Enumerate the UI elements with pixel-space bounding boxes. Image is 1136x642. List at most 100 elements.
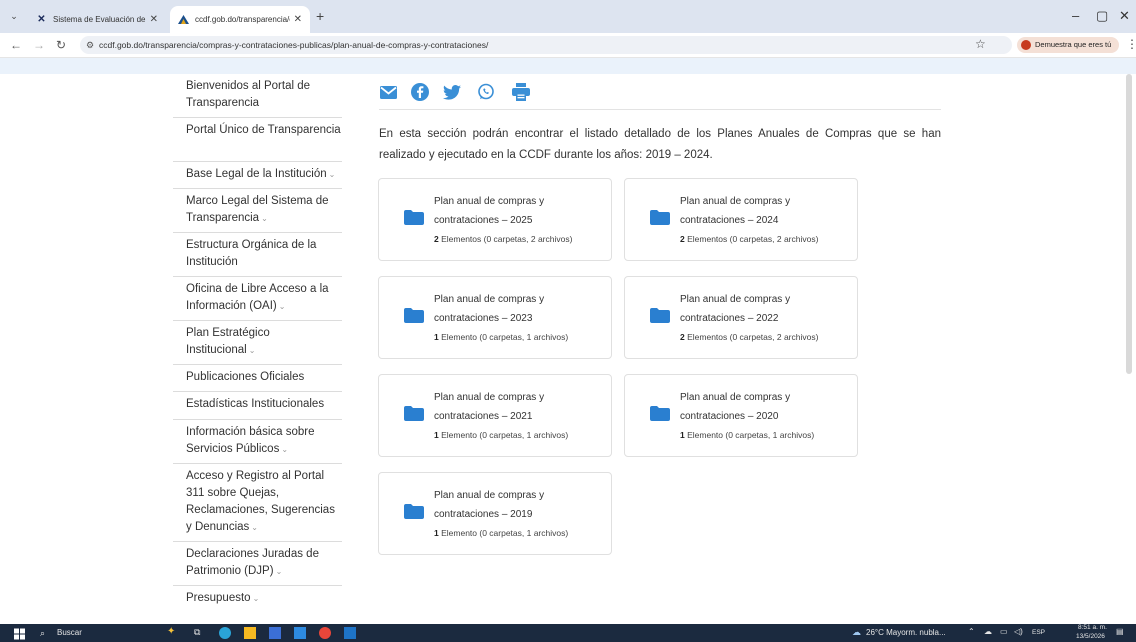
bookmark-star-icon[interactable]: ☆: [975, 37, 986, 51]
windows-start-icon[interactable]: [14, 628, 25, 640]
close-tab-icon[interactable]: ✕: [150, 14, 158, 25]
email-icon[interactable]: [380, 86, 397, 99]
sidebar-item[interactable]: Marco Legal del Sistema de Transparencia…: [173, 189, 342, 233]
sidebar-item[interactable]: Plan Estratégico Institucional ⌄: [173, 321, 342, 365]
folder-card[interactable]: Plan anual de compras y contrataciones –…: [624, 178, 858, 261]
language-indicator[interactable]: ESP: [1032, 629, 1045, 636]
store-icon[interactable]: [269, 627, 281, 639]
sidebar-item[interactable]: Presupuesto ⌄: [173, 586, 342, 613]
widgets-icon[interactable]: ✦: [167, 626, 175, 637]
folder-title[interactable]: Plan anual de compras y contrataciones –…: [680, 192, 850, 230]
volume-icon[interactable]: ◁): [1014, 627, 1023, 636]
task-view-icon[interactable]: ⧉: [194, 627, 200, 638]
folder-icon: [404, 504, 424, 519]
minimize-icon[interactable]: –: [1072, 8, 1079, 23]
tab-evaluacion[interactable]: ✕ Sistema de Evaluación de Porta ✕: [28, 6, 166, 33]
scrollbar[interactable]: [1126, 74, 1132, 374]
chevron-down-icon[interactable]: ⌄: [281, 445, 288, 454]
sidebar-item[interactable]: Oficina de Libre Acceso a la Información…: [173, 277, 342, 321]
sidebar-item[interactable]: Acceso y Registro al Portal 311 sobre Qu…: [173, 464, 342, 542]
restore-icon[interactable]: ▢: [1096, 8, 1108, 24]
new-tab-button[interactable]: +: [316, 9, 324, 23]
folder-card[interactable]: Plan anual de compras y contrataciones –…: [378, 472, 612, 555]
page-top-strip: [0, 58, 1136, 74]
sidebar-item-label: Bienvenidos al Portal de Transparencia: [186, 80, 311, 109]
notifications-icon[interactable]: ▤: [1116, 627, 1124, 636]
folder-meta-text: Elementos (0 carpetas, 2 archivos): [438, 234, 573, 244]
tray-chevron-icon[interactable]: ⌃: [968, 627, 975, 636]
site-info-icon[interactable]: ⚙: [86, 36, 94, 54]
folder-title[interactable]: Plan anual de compras y contrataciones –…: [434, 486, 604, 524]
menu-icon[interactable]: ⋮: [1126, 37, 1136, 51]
edge-icon[interactable]: [219, 627, 231, 639]
folder-card[interactable]: Plan anual de compras y contrataciones –…: [624, 276, 858, 359]
profile-chip[interactable]: Demuestra que eres tú: [1017, 37, 1119, 53]
folder-title[interactable]: Plan anual de compras y contrataciones –…: [680, 388, 850, 426]
sidebar-item-label: Plan Estratégico Institucional: [186, 327, 270, 356]
close-tab-icon[interactable]: ✕: [294, 14, 302, 25]
sidebar-item[interactable]: Bienvenidos al Portal de Transparencia: [173, 74, 342, 118]
folder-icon: [650, 308, 670, 323]
close-window-icon[interactable]: ✕: [1119, 8, 1130, 24]
chrome-icon[interactable]: [319, 627, 331, 639]
sidebar-item[interactable]: Estructura Orgánica de la Institución: [173, 233, 342, 277]
folder-icon: [650, 210, 670, 225]
tab-search-icon[interactable]: ⌄: [7, 9, 21, 23]
network-icon[interactable]: ▭: [1000, 627, 1008, 636]
weather-text[interactable]: 26°C Mayorm. nubla...: [866, 628, 946, 637]
ccdf-favicon-icon: [178, 14, 189, 25]
sidebar-item-label: Oficina de Libre Acceso a la Información…: [186, 283, 329, 312]
folder-meta: 2 Elementos (0 carpetas, 2 archivos): [680, 234, 818, 244]
address-bar-row: ← → ↻ ⚙ ccdf.gob.do/transparencia/compra…: [0, 33, 1136, 58]
url-field[interactable]: ⚙ ccdf.gob.do/transparencia/compras-y-co…: [80, 36, 1012, 54]
folder-title[interactable]: Plan anual de compras y contrataciones –…: [434, 388, 604, 426]
tab-ccdf[interactable]: ccdf.gob.do/transparencia/con ✕: [170, 6, 310, 33]
onedrive-icon[interactable]: ☁: [984, 627, 992, 636]
print-icon[interactable]: [512, 83, 530, 101]
file-explorer-icon[interactable]: [244, 627, 256, 639]
sidebar-item[interactable]: Declaraciones Juradas de Patrimonio (DJP…: [173, 542, 342, 586]
x-logo-icon: ✕: [37, 14, 46, 25]
sidebar-item[interactable]: Portal Único de Transparencia: [173, 118, 342, 162]
folder-title[interactable]: Plan anual de compras y contrataciones –…: [434, 290, 604, 328]
sidebar-item-label: Declaraciones Juradas de Patrimonio (DJP…: [186, 548, 319, 577]
forward-icon[interactable]: →: [33, 38, 45, 52]
outlook-icon[interactable]: [294, 627, 306, 639]
app-icon[interactable]: [344, 627, 356, 639]
folder-card[interactable]: Plan anual de compras y contrataciones –…: [378, 374, 612, 457]
folder-card[interactable]: Plan anual de compras y contrataciones –…: [378, 276, 612, 359]
reload-icon[interactable]: ↻: [56, 38, 66, 52]
sidebar-item[interactable]: Información básica sobre Servicios Públi…: [173, 420, 342, 464]
folder-title[interactable]: Plan anual de compras y contrataciones –…: [680, 290, 850, 328]
facebook-icon[interactable]: [411, 83, 429, 101]
folder-card[interactable]: Plan anual de compras y contrataciones –…: [624, 374, 858, 457]
sidebar-item[interactable]: Estadísticas Institucionales: [173, 392, 342, 420]
sidebar-item-label: Presupuesto: [186, 592, 251, 604]
taskbar-search-label[interactable]: Buscar: [57, 628, 82, 637]
clock-date[interactable]: 13/5/2026: [1076, 633, 1105, 640]
folder-meta-text: Elementos (0 carpetas, 2 archivos): [684, 234, 819, 244]
chevron-down-icon[interactable]: ⌄: [261, 214, 268, 223]
folder-title[interactable]: Plan anual de compras y contrataciones –…: [434, 192, 604, 230]
whatsapp-icon[interactable]: [477, 83, 495, 101]
sidebar-item-label: Marco Legal del Sistema de Transparencia: [186, 195, 329, 224]
folder-icon: [404, 406, 424, 421]
weather-icon: ☁: [852, 627, 861, 637]
folder-card[interactable]: Plan anual de compras y contrataciones –…: [378, 178, 612, 261]
folder-meta: 1 Elemento (0 carpetas, 1 archivos): [434, 528, 568, 538]
chevron-down-icon[interactable]: ⌄: [253, 594, 260, 603]
chevron-down-icon[interactable]: ⌄: [276, 567, 283, 576]
clock-time[interactable]: 8:51 a. m.: [1078, 624, 1107, 631]
twitter-icon[interactable]: [443, 85, 461, 100]
folder-icon: [404, 210, 424, 225]
folder-meta-text: Elemento (0 carpetas, 1 archivos): [438, 430, 569, 440]
sidebar-item[interactable]: Publicaciones Oficiales: [173, 365, 342, 392]
back-icon[interactable]: ←: [10, 38, 22, 52]
sidebar-item-label: Acceso y Registro al Portal 311 sobre Qu…: [186, 470, 335, 533]
chevron-down-icon[interactable]: ⌄: [249, 346, 256, 355]
chevron-down-icon[interactable]: ⌄: [251, 523, 258, 532]
chevron-down-icon[interactable]: ⌄: [279, 302, 286, 311]
search-icon[interactable]: ⌕: [40, 628, 45, 639]
sidebar-item[interactable]: Base Legal de la Institución ⌄: [173, 162, 342, 189]
chevron-down-icon[interactable]: ⌄: [329, 170, 336, 179]
